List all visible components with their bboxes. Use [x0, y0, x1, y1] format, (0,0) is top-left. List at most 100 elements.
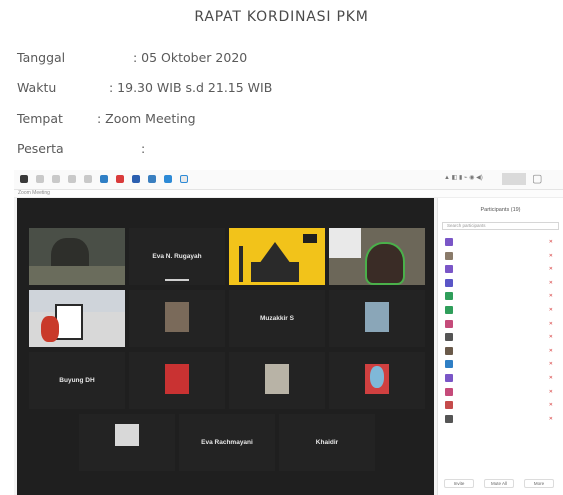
video-tile[interactable]	[79, 414, 175, 471]
tile-name: Buyung DH	[59, 376, 95, 384]
video-tile[interactable]	[229, 352, 325, 409]
doc-label: Waktu	[17, 80, 57, 95]
doc-row-waktu: Waktu : 19.30 WIB s.d 21.15 WIB	[17, 80, 272, 95]
participant-avatar	[445, 319, 453, 328]
doc-row-peserta: Peserta :	[17, 141, 145, 156]
participant-row[interactable]: ✕	[442, 372, 559, 386]
profile-photo	[165, 364, 189, 394]
video-tile[interactable]	[129, 290, 225, 347]
participant-row[interactable]: ✕	[442, 263, 559, 277]
panel-title: Participants (19)	[480, 207, 521, 213]
background-shape	[29, 266, 125, 285]
muted-mic-icon[interactable]: ✕	[549, 348, 553, 354]
participant-avatar	[445, 401, 453, 410]
video-tile[interactable]	[329, 352, 425, 409]
video-tile[interactable]	[29, 290, 125, 347]
participant-avatar	[445, 265, 453, 274]
invite-button[interactable]: Invite	[444, 479, 474, 488]
participant-avatar	[445, 238, 453, 246]
participant-search-input[interactable]: Search participants	[442, 222, 559, 230]
muted-mic-icon[interactable]: ✕	[549, 280, 553, 286]
doc-row-tanggal: Tanggal : 05 Oktober 2020	[17, 50, 247, 65]
video-tile[interactable]	[329, 290, 425, 347]
doc-label: Tempat	[17, 111, 63, 126]
participant-row[interactable]: ✕	[442, 358, 559, 372]
zoom-icon[interactable]	[164, 175, 172, 183]
muted-mic-icon[interactable]: ✕	[549, 253, 553, 259]
taskbar-icon[interactable]	[84, 175, 92, 183]
taskbar-icon[interactable]	[68, 175, 76, 183]
app-icon[interactable]	[132, 175, 140, 183]
app-icon[interactable]	[20, 175, 28, 183]
profile-photo	[365, 302, 389, 332]
doc-label: Peserta	[17, 141, 64, 156]
participant-row[interactable]: ✕	[442, 413, 559, 427]
video-tile[interactable]: Khaidir	[279, 414, 375, 471]
video-tile[interactable]: Buyung DH	[29, 352, 125, 409]
profile-photo	[115, 424, 139, 446]
participant-avatar	[445, 346, 453, 355]
video-tile[interactable]	[229, 228, 325, 285]
app-icon[interactable]	[180, 175, 188, 183]
mute-all-button[interactable]: Mute All	[484, 479, 514, 488]
participant-row[interactable]: ✕	[442, 250, 559, 264]
participant-row[interactable]: ✕	[442, 399, 559, 413]
mosque-icon	[259, 242, 291, 264]
panel-footer: Invite Mute All More	[438, 479, 563, 489]
window-title: Zoom Meeting	[18, 190, 50, 196]
participant-row[interactable]: ✕	[442, 331, 559, 345]
tile-name: Eva N. Rugayah	[152, 252, 202, 260]
participant-row[interactable]: ✕	[442, 290, 559, 304]
person-silhouette	[365, 242, 405, 285]
active-speaker-bar	[165, 279, 189, 281]
media-icon[interactable]	[116, 175, 124, 183]
muted-mic-icon[interactable]: ✕	[549, 307, 553, 313]
tray-icons: ▲ ◧ ▮ ⌁ ◉ ◀)	[444, 175, 483, 181]
meeting-gallery: Eva N. Rugayah Muzakkir S Buyung DH Eva …	[17, 198, 434, 495]
muted-mic-icon[interactable]: ✕	[549, 389, 553, 395]
profile-photo	[165, 302, 189, 332]
person-silhouette	[41, 316, 59, 342]
participant-row[interactable]: ✕	[442, 277, 559, 291]
taskbar-icon[interactable]	[52, 175, 60, 183]
video-tile[interactable]	[329, 228, 425, 285]
doc-value: :	[140, 141, 146, 156]
doc-value: : Zoom Meeting	[96, 111, 196, 126]
video-tile[interactable]	[29, 228, 125, 285]
muted-mic-icon[interactable]: ✕	[549, 334, 553, 340]
participant-row[interactable]: ✕	[442, 304, 559, 318]
participants-panel: Participants (19) Search participants ✕ ✕…	[437, 198, 563, 495]
doc-row-tempat: Tempat : Zoom Meeting	[17, 111, 196, 126]
muted-mic-icon[interactable]: ✕	[549, 416, 553, 422]
person-silhouette	[370, 366, 384, 388]
muted-mic-icon[interactable]: ✕	[549, 321, 553, 327]
video-tile[interactable]	[129, 352, 225, 409]
taskbar-icon[interactable]	[36, 175, 44, 183]
tile-name: Khaidir	[315, 438, 339, 446]
muted-mic-icon[interactable]: ✕	[549, 361, 553, 367]
muted-mic-icon[interactable]: ✕	[549, 266, 553, 272]
browser-icon[interactable]	[100, 175, 108, 183]
participant-row[interactable]: ✕	[442, 386, 559, 400]
wall-poster	[329, 228, 361, 258]
video-tile[interactable]: Eva N. Rugayah	[129, 228, 225, 285]
muted-mic-icon[interactable]: ✕	[549, 239, 553, 245]
clock-readout	[502, 173, 526, 185]
participant-row[interactable]: ✕	[442, 318, 559, 332]
video-tile[interactable]: Eva Rachmayani	[179, 414, 275, 471]
participant-avatar	[445, 387, 453, 396]
mosque-body	[251, 262, 299, 282]
window-titlebar: ▲ ◧ ▮ ⌁ ◉ ◀) ▢	[14, 170, 563, 190]
tile-name: Eva Rachmayani	[201, 438, 253, 446]
minimize-icon[interactable]: ▢	[532, 172, 542, 185]
muted-mic-icon[interactable]: ✕	[549, 402, 553, 408]
muted-mic-icon[interactable]: ✕	[549, 375, 553, 381]
muted-mic-icon[interactable]: ✕	[549, 293, 553, 299]
app-icon[interactable]	[148, 175, 156, 183]
video-tile[interactable]: Muzakkir S	[229, 290, 325, 347]
doc-label: Tanggal	[17, 50, 66, 65]
meeting-subbar: Zoom Meeting	[14, 190, 563, 198]
more-button[interactable]: More	[524, 479, 554, 488]
participant-row[interactable]: ✕	[442, 345, 559, 359]
participant-row[interactable]: ✕	[442, 236, 559, 250]
